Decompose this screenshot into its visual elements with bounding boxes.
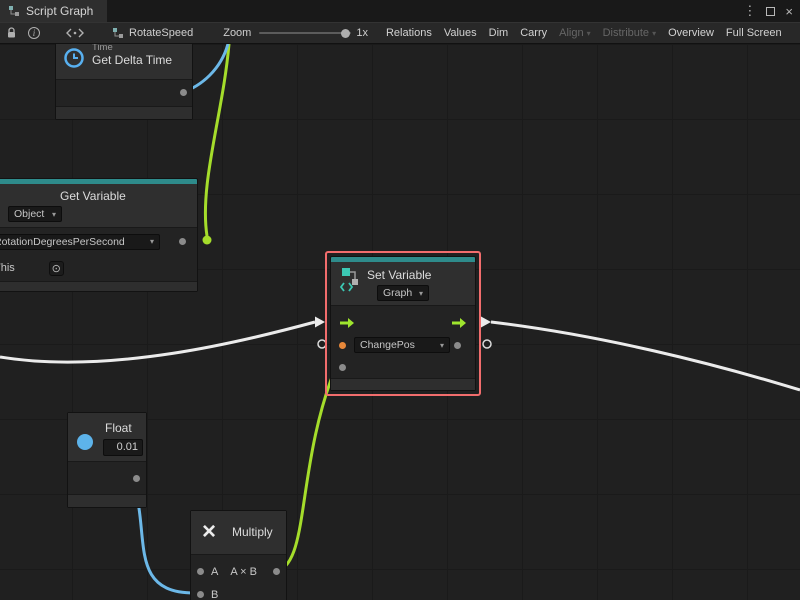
node-title: Multiply <box>232 511 286 539</box>
graph-canvas[interactable]: Time Get Delta Time Get Variable Object … <box>0 44 800 600</box>
chevron-down-icon: ▾ <box>419 289 423 298</box>
tab-bar: Script Graph ⋮ × <box>0 0 800 22</box>
chevron-down-icon: ▾ <box>587 29 591 38</box>
node-get-delta-time[interactable]: Time Get Delta Time <box>55 44 193 120</box>
window-controls: ⋮ × <box>743 0 793 22</box>
graph-toolbar: i RotateSpeed Zoom 1x Relations Values D… <box>0 22 800 44</box>
chevron-down-icon: ▾ <box>150 237 154 246</box>
port-label-a: A <box>211 566 218 578</box>
zoom-slider-knob[interactable] <box>341 29 350 38</box>
variable-name-value: RotationDegreesPerSecond <box>0 236 125 248</box>
scope-value: Graph <box>383 287 412 299</box>
node-title: Set Variable <box>367 262 475 282</box>
node-set-variable[interactable]: Set Variable Graph ▾ ChangePos <box>330 256 476 391</box>
lock-icon[interactable] <box>6 27 17 39</box>
graph-asset-icon <box>8 5 20 17</box>
set-variable-icon <box>338 267 362 295</box>
fallback-input-port[interactable] <box>339 364 346 371</box>
empty-port-right <box>483 340 491 348</box>
self-label: This <box>0 262 15 274</box>
graph-name-label: RotateSpeed <box>129 27 193 39</box>
flow-arrow-out <box>481 317 491 328</box>
variable-scope-dropdown[interactable]: Graph ▾ <box>377 285 429 301</box>
full-screen-button[interactable]: Full Screen <box>720 27 788 39</box>
zoom-label: Zoom <box>223 27 251 39</box>
output-port[interactable] <box>180 89 187 96</box>
node-title: Get Variable <box>60 189 197 203</box>
code-preview-icon[interactable] <box>66 28 84 38</box>
node-title: Float <box>105 413 146 435</box>
variable-name-value: ChangePos <box>360 339 415 351</box>
zoom-value: 1x <box>356 27 368 39</box>
wire-value-green-top <box>205 44 229 236</box>
tab-label: Script Graph <box>26 4 93 18</box>
node-title: Get Delta Time <box>92 53 192 67</box>
wire-end-green-top <box>203 236 212 245</box>
node-float[interactable]: Float 0.01 <box>67 412 147 508</box>
distribute-button[interactable]: Distribute▾ <box>597 27 662 39</box>
input-port-b[interactable] <box>197 591 204 598</box>
chevron-down-icon: ▾ <box>52 210 56 219</box>
output-port[interactable] <box>133 475 140 482</box>
node-category: Time <box>92 44 192 53</box>
result-output-port[interactable] <box>273 568 280 575</box>
operation-label: A × B <box>230 566 257 578</box>
node-multiply[interactable]: × Multiply A A × B B <box>190 510 287 600</box>
flow-input-arrow[interactable] <box>339 317 355 329</box>
variable-name-dropdown[interactable]: ChangePos ▾ <box>354 337 450 353</box>
info-icon[interactable]: i <box>28 27 40 39</box>
clock-icon <box>63 47 85 69</box>
menu-icon[interactable]: ⋮ <box>743 3 756 19</box>
variable-name-dropdown[interactable]: RotationDegreesPerSecond ▾ <box>0 234 160 250</box>
chevron-down-icon: ▾ <box>440 341 444 350</box>
variable-scope-dropdown[interactable]: Object ▾ <box>8 206 62 222</box>
chevron-down-icon: ▾ <box>652 29 656 38</box>
zoom-slider[interactable] <box>259 27 351 39</box>
scope-value: Object <box>14 208 44 220</box>
multiply-icon: × <box>202 520 216 544</box>
flow-arrow-in <box>315 317 325 328</box>
overview-button[interactable]: Overview <box>662 27 720 39</box>
close-icon[interactable]: × <box>785 4 793 19</box>
dim-button[interactable]: Dim <box>483 27 515 39</box>
wire-flow-out <box>491 322 800 390</box>
maximize-icon[interactable] <box>766 7 775 16</box>
node-footer <box>331 378 475 390</box>
wire-flow-in <box>0 322 315 362</box>
value-output-port[interactable] <box>179 238 186 245</box>
value-input-port[interactable] <box>339 342 346 349</box>
input-port-a[interactable] <box>197 568 204 575</box>
selection-outline: Set Variable Graph ▾ ChangePos <box>325 251 481 396</box>
relations-button[interactable]: Relations <box>380 27 438 39</box>
graph-icon <box>112 27 124 39</box>
node-footer <box>56 106 192 119</box>
value-output-port[interactable] <box>454 342 461 349</box>
flow-output-arrow[interactable] <box>451 317 467 329</box>
float-icon <box>77 434 93 450</box>
tab-script-graph[interactable]: Script Graph <box>0 0 107 22</box>
float-value-input[interactable]: 0.01 <box>103 439 143 456</box>
zoom-slider-track <box>259 32 351 34</box>
node-get-variable[interactable]: Get Variable Object ▾ RotationDegreesPer… <box>0 178 198 292</box>
port-label-b: B <box>211 589 218 600</box>
script-graph-window: Script Graph ⋮ × i RotateSpeed Zoom 1x R… <box>0 0 800 600</box>
self-target-icon[interactable]: ⊙ <box>49 261 64 276</box>
values-button[interactable]: Values <box>438 27 483 39</box>
align-button[interactable]: Align▾ <box>553 27 596 39</box>
node-footer <box>0 281 197 291</box>
carry-button[interactable]: Carry <box>514 27 553 39</box>
node-footer <box>68 494 146 507</box>
